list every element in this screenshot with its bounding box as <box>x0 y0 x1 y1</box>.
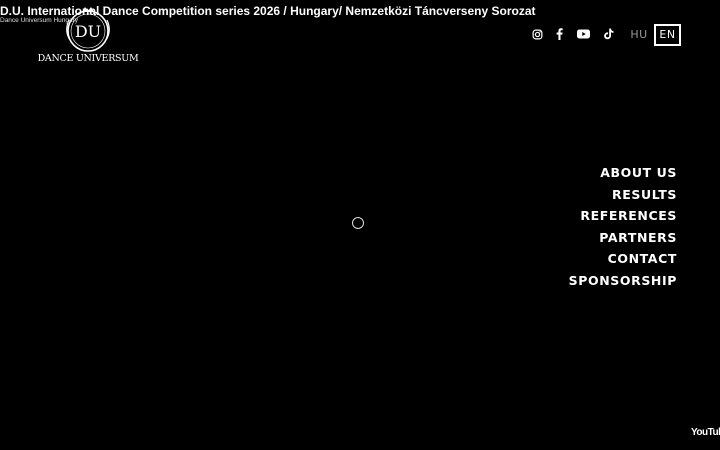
youtube-link[interactable] <box>576 26 590 42</box>
language-hu-button[interactable]: HU <box>626 24 652 46</box>
youtube-icon <box>576 29 590 39</box>
language-en-button[interactable]: EN <box>654 24 681 46</box>
nav-item-results[interactable]: RESULTS <box>569 184 677 206</box>
nav-item-partners[interactable]: PARTNERS <box>569 227 677 249</box>
facebook-icon <box>556 28 563 40</box>
youtube-watermark-text: YouTube <box>691 426 720 438</box>
logo-monogram: DU <box>75 22 101 41</box>
instagram-link[interactable] <box>530 26 544 42</box>
instagram-icon <box>532 29 542 39</box>
nav-item-about-us[interactable]: ABOUT US <box>569 162 677 184</box>
nav-item-references[interactable]: REFERENCES <box>569 205 677 227</box>
main-navigation: ABOUT US RESULTS REFERENCES PARTNERS CON… <box>569 162 677 291</box>
facebook-link[interactable] <box>554 26 564 42</box>
loading-spinner <box>352 217 364 229</box>
nav-item-contact[interactable]: CONTACT <box>569 248 677 270</box>
video-channel-name[interactable]: Dance Universum Hungary <box>0 17 78 25</box>
video-title[interactable]: D.U. International Dance Competition ser… <box>0 4 536 19</box>
tiktok-icon <box>604 28 614 40</box>
logo-wordmark: DANCE UNIVERSUM <box>37 53 139 64</box>
nav-item-sponsorship[interactable]: SPONSORSHIP <box>569 270 677 292</box>
youtube-watermark[interactable]: YouTube <box>690 426 720 438</box>
tiktok-link[interactable] <box>603 26 615 42</box>
